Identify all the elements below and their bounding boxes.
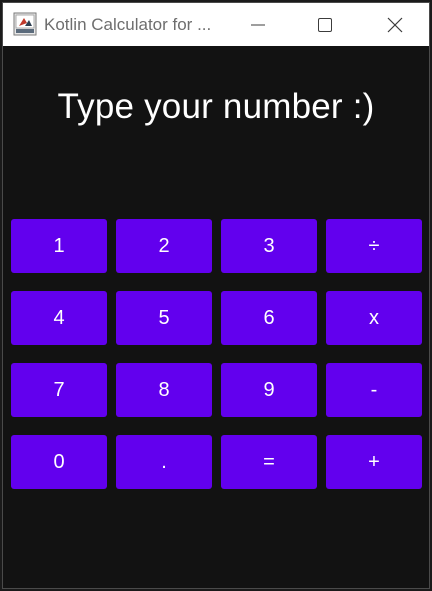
key-0[interactable]: 0	[11, 435, 107, 489]
key-9[interactable]: 9	[221, 363, 317, 417]
key-1[interactable]: 1	[11, 219, 107, 273]
keypad: 1 2 3 ÷ 4 5 6 x 7 8 9 - 0 . = +	[11, 219, 423, 491]
title-bar[interactable]: Kotlin Calculator for ...	[3, 3, 429, 46]
key-5[interactable]: 5	[116, 291, 212, 345]
maximize-icon	[318, 17, 332, 32]
key-equals[interactable]: =	[221, 435, 317, 489]
close-button[interactable]	[365, 3, 425, 46]
key-6[interactable]: 6	[221, 291, 317, 345]
key-minus[interactable]: -	[326, 363, 422, 417]
number-display: Type your number :)	[57, 87, 375, 126]
window-title: Kotlin Calculator for ...	[44, 15, 212, 34]
key-dot[interactable]: .	[116, 435, 212, 489]
key-3[interactable]: 3	[221, 219, 317, 273]
calculator-window: Kotlin Calculator for ... Type your numb…	[2, 2, 430, 589]
key-divide[interactable]: ÷	[326, 219, 422, 273]
close-icon	[387, 17, 403, 32]
key-7[interactable]: 7	[11, 363, 107, 417]
app-icon	[13, 12, 37, 36]
key-plus[interactable]: +	[326, 435, 422, 489]
key-4[interactable]: 4	[11, 291, 107, 345]
minimize-icon	[251, 24, 265, 25]
key-8[interactable]: 8	[116, 363, 212, 417]
maximize-button[interactable]	[295, 3, 355, 46]
key-2[interactable]: 2	[116, 219, 212, 273]
minimize-button[interactable]	[228, 3, 288, 46]
key-multiply[interactable]: x	[326, 291, 422, 345]
